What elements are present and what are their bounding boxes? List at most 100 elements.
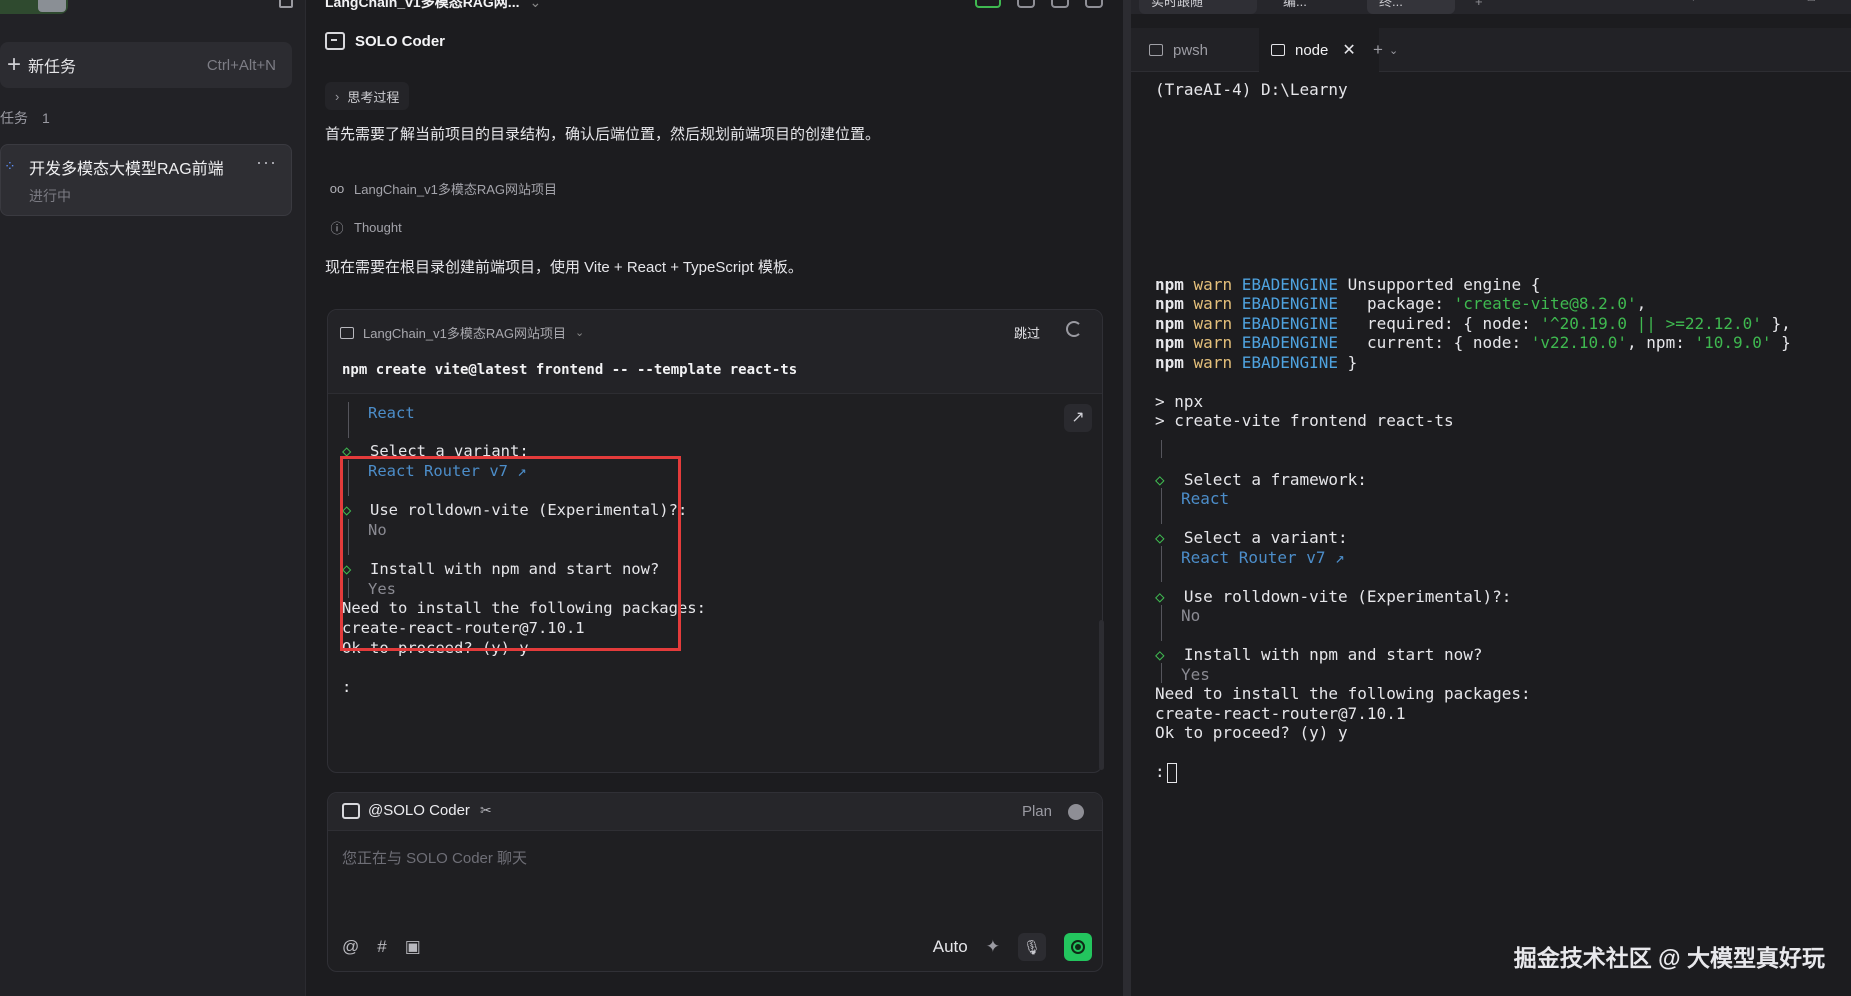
watermark: 掘金技术社区 @ 大模型真好玩 xyxy=(1513,945,1825,971)
tree-line xyxy=(348,402,349,438)
chevron-down-icon: ⌄ xyxy=(1388,44,1399,57)
tab-follow[interactable]: 实时跟随 xyxy=(1139,0,1257,14)
new-task-shortcut: Ctrl+Alt+N xyxy=(206,56,276,74)
tab-terminal[interactable]: 终... xyxy=(1367,0,1455,14)
glasses-icon: oo xyxy=(329,181,345,196)
agent-icon xyxy=(325,32,345,50)
terminal-line: : xyxy=(342,678,352,696)
settings-icon[interactable] xyxy=(1051,0,1069,8)
terminal-line: React xyxy=(1181,489,1230,508)
account-icon[interactable] xyxy=(1085,0,1103,8)
agent-mention[interactable]: @SOLO Coder ✂ xyxy=(342,802,492,819)
tree-line xyxy=(1161,605,1162,641)
task-item[interactable]: ⁘ 开发多模态大模型RAG前端 进行中 ··· xyxy=(0,144,292,216)
folder-reference[interactable]: oo LangChain_v1多模态RAG网站项目 xyxy=(329,179,557,198)
info-icon: ⓘ xyxy=(330,221,344,236)
mention-icon[interactable]: @ xyxy=(342,937,359,957)
hash-icon[interactable]: # xyxy=(377,937,386,957)
new-terminal-button[interactable]: + ⌄ xyxy=(1373,28,1433,72)
plan-toggle[interactable] xyxy=(1068,804,1084,820)
sidebar-collapse-icon[interactable] xyxy=(279,0,293,8)
tools-icon[interactable]: ✂ xyxy=(480,802,492,819)
agent-name: SOLO Coder xyxy=(355,32,446,50)
terminal-cursor-line[interactable]: : xyxy=(1155,762,1177,783)
tree-line xyxy=(348,578,349,598)
history-icon[interactable] xyxy=(1017,0,1035,8)
terminal-path-text: LangChain_v1多模态RAG网站项目 xyxy=(363,326,567,341)
tasks-header: 任务 1 xyxy=(0,108,50,128)
terminal-line: ◇ Select a variant: xyxy=(1155,528,1348,547)
skip-button[interactable]: 跳过 xyxy=(1014,323,1040,342)
task-title: 开发多模态大模型RAG前端 xyxy=(29,161,224,178)
terminal-prompt: (TraeAI-4) D:\Learny xyxy=(1155,80,1348,99)
image-icon[interactable]: ▣ xyxy=(405,937,421,957)
chevron-down-icon: ⌄ xyxy=(529,0,542,10)
model-auto-selector[interactable]: Auto xyxy=(933,937,968,957)
assistant-message: 首先需要了解当前项目的目录结构，确认后端位置，然后规划前端项目的创建位置。 xyxy=(325,126,881,143)
panel-divider[interactable] xyxy=(1123,0,1131,996)
chevron-right-icon: › xyxy=(335,88,340,104)
tasks-label: 任务 xyxy=(0,110,28,126)
close-icon[interactable]: ✕ xyxy=(1342,40,1355,60)
agent-header: SOLO Coder xyxy=(325,32,445,50)
terminal-line: React Router v7 ↗ xyxy=(368,462,527,480)
tab-pwsh-label: pwsh xyxy=(1173,41,1209,59)
terminal-path[interactable]: LangChain_v1多模态RAG网站项目 ⌄ xyxy=(340,323,584,342)
agent-icon xyxy=(342,802,360,819)
add-tab-icon[interactable]: + xyxy=(1463,0,1487,14)
send-button[interactable] xyxy=(1064,933,1092,961)
agent-mention-text: @SOLO Coder xyxy=(368,802,470,819)
terminal-line: Ok to proceed? (y) y xyxy=(1155,723,1348,742)
window-icon[interactable]: □ xyxy=(1808,0,1815,4)
terminal-icon xyxy=(1271,44,1285,56)
terminal-line: ◇ Select a framework: xyxy=(1155,470,1367,489)
project-title[interactable]: LangChain_v1多模态RAG网... ⌄ xyxy=(325,0,541,12)
thinking-toggle[interactable]: › 思考过程 xyxy=(325,82,410,110)
more-options-icon[interactable]: ··· xyxy=(256,152,277,173)
thinking-label: 思考过程 xyxy=(347,89,400,105)
app-window: + 新任务 Ctrl+Alt+N 任务 1 ⁘ 开发多模态大模型RAG前端 进行中… xyxy=(0,0,1851,996)
terminal-command: npm create vite@latest frontend -- --tem… xyxy=(342,362,798,378)
new-task-button[interactable]: + 新任务 Ctrl+Alt+N xyxy=(0,42,292,88)
sidebar: + 新任务 Ctrl+Alt+N 任务 1 ⁘ 开发多模态大模型RAG前端 进行中… xyxy=(0,0,306,996)
popout-icon[interactable]: ↗ xyxy=(1691,0,1701,4)
terminal-line: ◇ Install with npm and start now? xyxy=(342,560,660,578)
terminal-line: No xyxy=(1181,606,1201,625)
thought-reference[interactable]: ⓘ Thought xyxy=(329,218,401,237)
terminal-line: npm warn EBADENGINE package: 'create-vit… xyxy=(1155,294,1647,313)
message-input[interactable]: 您正在与 SOLO Coder 聊天 xyxy=(342,847,527,868)
tab-node[interactable]: node ✕ xyxy=(1259,28,1379,72)
terminal-output: (TraeAI-4) D:\Learny npm warn EBADENGINE… xyxy=(1155,72,1845,992)
terminal-line: create-react-router@7.10.1 xyxy=(342,619,585,637)
terminal-cursor xyxy=(1166,762,1177,783)
chat-panel: LangChain_v1多模态RAG网... ⌄ SOLO Coder › 思考过… xyxy=(307,0,1123,996)
terminal-line: Ok to proceed? (y) y xyxy=(342,639,529,657)
tab-editor[interactable]: 编... xyxy=(1271,0,1359,14)
git-icon[interactable] xyxy=(975,0,1001,8)
tree-line xyxy=(1161,440,1162,458)
tab-pwsh[interactable]: pwsh xyxy=(1149,28,1259,72)
terminal-line: npm warn EBADENGINE required: { node: '^… xyxy=(1155,314,1791,333)
sparkle-icon[interactable]: ✦ xyxy=(986,937,1000,957)
terminal-line: Need to install the following packages: xyxy=(1155,684,1531,703)
chat-scrollbar[interactable] xyxy=(1099,620,1104,770)
loading-icon xyxy=(1066,321,1082,337)
terminal-icon xyxy=(1149,44,1163,56)
terminal-line: ◇ Use rolldown-vite (Experimental)?: xyxy=(342,501,688,519)
assistant-message: 现在需要在根目录创建前端项目，使用 Vite + React + TypeScr… xyxy=(325,259,803,276)
terminal-card: LangChain_v1多模态RAG网站项目 ⌄ 跳过 npm create v… xyxy=(327,309,1103,773)
terminal-output: React ◇ Select a variant: React Router v… xyxy=(342,394,1082,772)
terminal-line: No xyxy=(368,521,387,539)
terminal-line: ◇ Install with npm and start now? xyxy=(1155,645,1483,664)
terminal-card-header: LangChain_v1多模态RAG网站项目 ⌄ 跳过 npm create v… xyxy=(328,310,1102,394)
tree-line xyxy=(1161,488,1162,524)
terminal-icon xyxy=(340,326,354,339)
terminal-line: React Router v7 ↗ xyxy=(1181,548,1345,567)
tree-line xyxy=(1161,663,1162,683)
terminal-line: Yes xyxy=(368,580,396,598)
chevron-down-icon: ⌄ xyxy=(575,327,585,339)
tree-line xyxy=(348,460,349,496)
terminal-line: Need to install the following packages: xyxy=(342,599,706,617)
microphone-icon[interactable]: 🎙 xyxy=(1018,933,1046,961)
app-logo xyxy=(0,0,68,14)
